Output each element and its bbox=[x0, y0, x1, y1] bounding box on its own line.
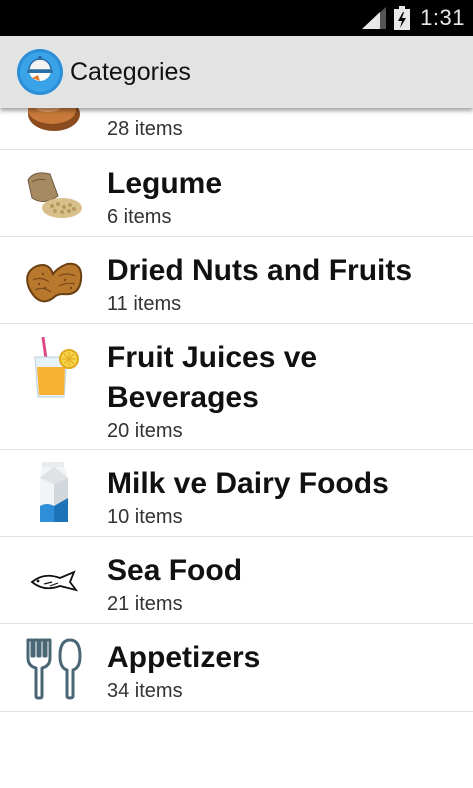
signal-icon bbox=[362, 7, 387, 29]
battery-icon bbox=[394, 6, 411, 30]
app-logo-icon[interactable] bbox=[16, 48, 64, 96]
category-title: Milk ve Dairy Foods bbox=[107, 467, 389, 500]
category-title: Sea Food bbox=[107, 554, 243, 587]
category-count: 6 items bbox=[107, 206, 172, 228]
category-count: 10 items bbox=[107, 506, 183, 528]
list-item[interactable]: Sea Food 21 items bbox=[0, 537, 473, 624]
list-item[interactable]: Appetizers 34 items bbox=[0, 624, 473, 712]
bread-icon bbox=[27, 108, 80, 131]
peanut-icon bbox=[25, 262, 82, 302]
list-item[interactable]: Legume 6 items bbox=[0, 150, 473, 237]
category-count: 21 items bbox=[107, 593, 183, 615]
action-bar: Categories bbox=[0, 36, 473, 108]
category-count: 28 items bbox=[107, 118, 183, 140]
list-item[interactable]: Milk ve Dairy Foods 10 items bbox=[0, 450, 473, 537]
milk-carton-icon bbox=[39, 461, 68, 522]
list-item[interactable]: Dried Nuts and Fruits 11 items bbox=[0, 237, 473, 324]
fork-spoon-icon bbox=[26, 638, 81, 700]
list-item[interactable]: Breads and Desserts 28 items bbox=[0, 108, 473, 150]
category-count: 11 items bbox=[107, 293, 182, 315]
juice-glass-icon bbox=[33, 337, 79, 398]
grain-sack-icon bbox=[26, 171, 82, 218]
category-title: Fruit Juices ve Beverages bbox=[107, 341, 318, 414]
status-bar: 1:31 bbox=[0, 0, 473, 36]
list-item[interactable]: Fruit Juices ve Beverages 20 items bbox=[0, 324, 473, 450]
status-time: 1:31 bbox=[420, 5, 465, 30]
category-count: 20 items bbox=[107, 420, 183, 442]
category-title: Appetizers bbox=[107, 641, 261, 674]
category-list[interactable]: Breads and Desserts 28 items Legu bbox=[0, 108, 473, 788]
category-title: Legume bbox=[107, 167, 223, 200]
category-title: Dried Nuts and Fruits bbox=[107, 254, 413, 287]
fish-icon bbox=[30, 569, 78, 591]
category-count: 34 items bbox=[107, 680, 183, 702]
page-title: Categories bbox=[70, 57, 191, 86]
category-title: Breads and Desserts bbox=[107, 108, 405, 116]
